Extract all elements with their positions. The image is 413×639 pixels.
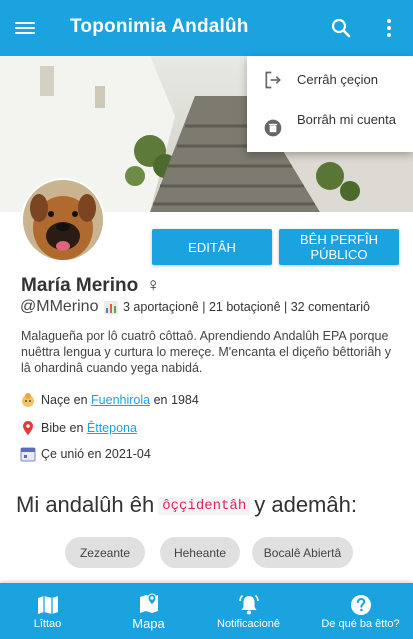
logout-icon [265,71,281,89]
gender-symbol: ♀ [146,275,161,296]
tag-chip[interactable]: Zezeante [65,537,145,568]
pin-icon [23,421,33,435]
nav-lists[interactable]: Lîttao [0,583,95,639]
bar-chart-icon [104,300,118,314]
dialect-heading: Mi andalûh êh ôççidentâh y ademâh: [16,492,357,518]
profile-bio: Malagueña por lô cuatrô côttaô. Aprendie… [21,329,391,375]
avatar [21,178,105,262]
help-icon [350,595,371,615]
map-marker-icon [139,593,158,613]
app-bar: Toponimia Andalûh [0,0,413,56]
delete-account-menu-item[interactable]: Borrâh mi cuenta [247,108,413,148]
nav-help-label: De qué ba êtto? [321,618,400,630]
tag-chip[interactable]: Bocalê Abiertâ [252,537,353,568]
nav-lists-label: Lîttao [33,618,62,630]
map-book-icon [37,596,58,614]
profile-handle: @MMerino [20,298,99,315]
calendar-icon [20,447,36,462]
lives-prefix: Bibe en [41,421,84,435]
born-place-link[interactable]: Fuenhirola [91,393,150,407]
joined-info: Çe unió en 2021-04 [20,446,151,462]
bottom-navigation: Lîttao Mapa Notificacionê De qué ba êtto… [0,583,413,639]
overflow-menu: Cerrâh çeçion Borrâh mi cuenta [247,56,413,152]
born-suffix: en 1984 [153,393,199,407]
nav-map-label: Mapa [132,616,165,631]
joined-text: Çe unió en 2021-04 [41,447,151,461]
nav-notifications-label: Notificacionê [217,618,280,630]
dialect-before: Mi andalûh êh [16,492,155,517]
nav-help[interactable]: De qué ba êtto? [308,583,413,639]
lives-place-link[interactable]: Êttepona [87,421,137,435]
baby-icon [22,393,34,407]
search-icon[interactable] [329,16,353,40]
dialect-code: ôççidentâh [158,497,251,516]
stats-text: 3 aportaçionê | 21 botaçionê | 32 coment… [123,300,370,314]
nav-notifications[interactable]: Notificacionê [201,583,296,639]
logout-label: Cerrâh çeçion [297,72,378,87]
app-title: Toponimia Andalûh [70,16,249,37]
born-info: Naçe en Fuenhirola en 1984 [20,392,199,408]
view-public-profile-button[interactable]: Bêh perfîh público [279,229,399,265]
dialect-after: y ademâh: [254,492,357,517]
logout-menu-item[interactable]: Cerrâh çeçion [247,66,413,94]
bell-icon [238,594,259,615]
menu-icon[interactable] [14,16,38,40]
delete-account-label: Borrâh mi cuenta [297,112,396,127]
delete-icon [264,119,282,137]
tag-chip[interactable]: Heheante [160,537,240,568]
nav-map[interactable]: Mapa [101,583,196,639]
lives-info: Bibe en Êttepona [20,420,137,436]
edit-profile-button[interactable]: Editâh [152,229,272,265]
born-prefix: Naçe en [41,393,88,407]
more-vert-icon[interactable] [377,16,401,40]
profile-stats: 3 aportaçionê | 21 botaçionê | 32 coment… [104,300,370,314]
profile-name: María Merino [21,275,139,296]
